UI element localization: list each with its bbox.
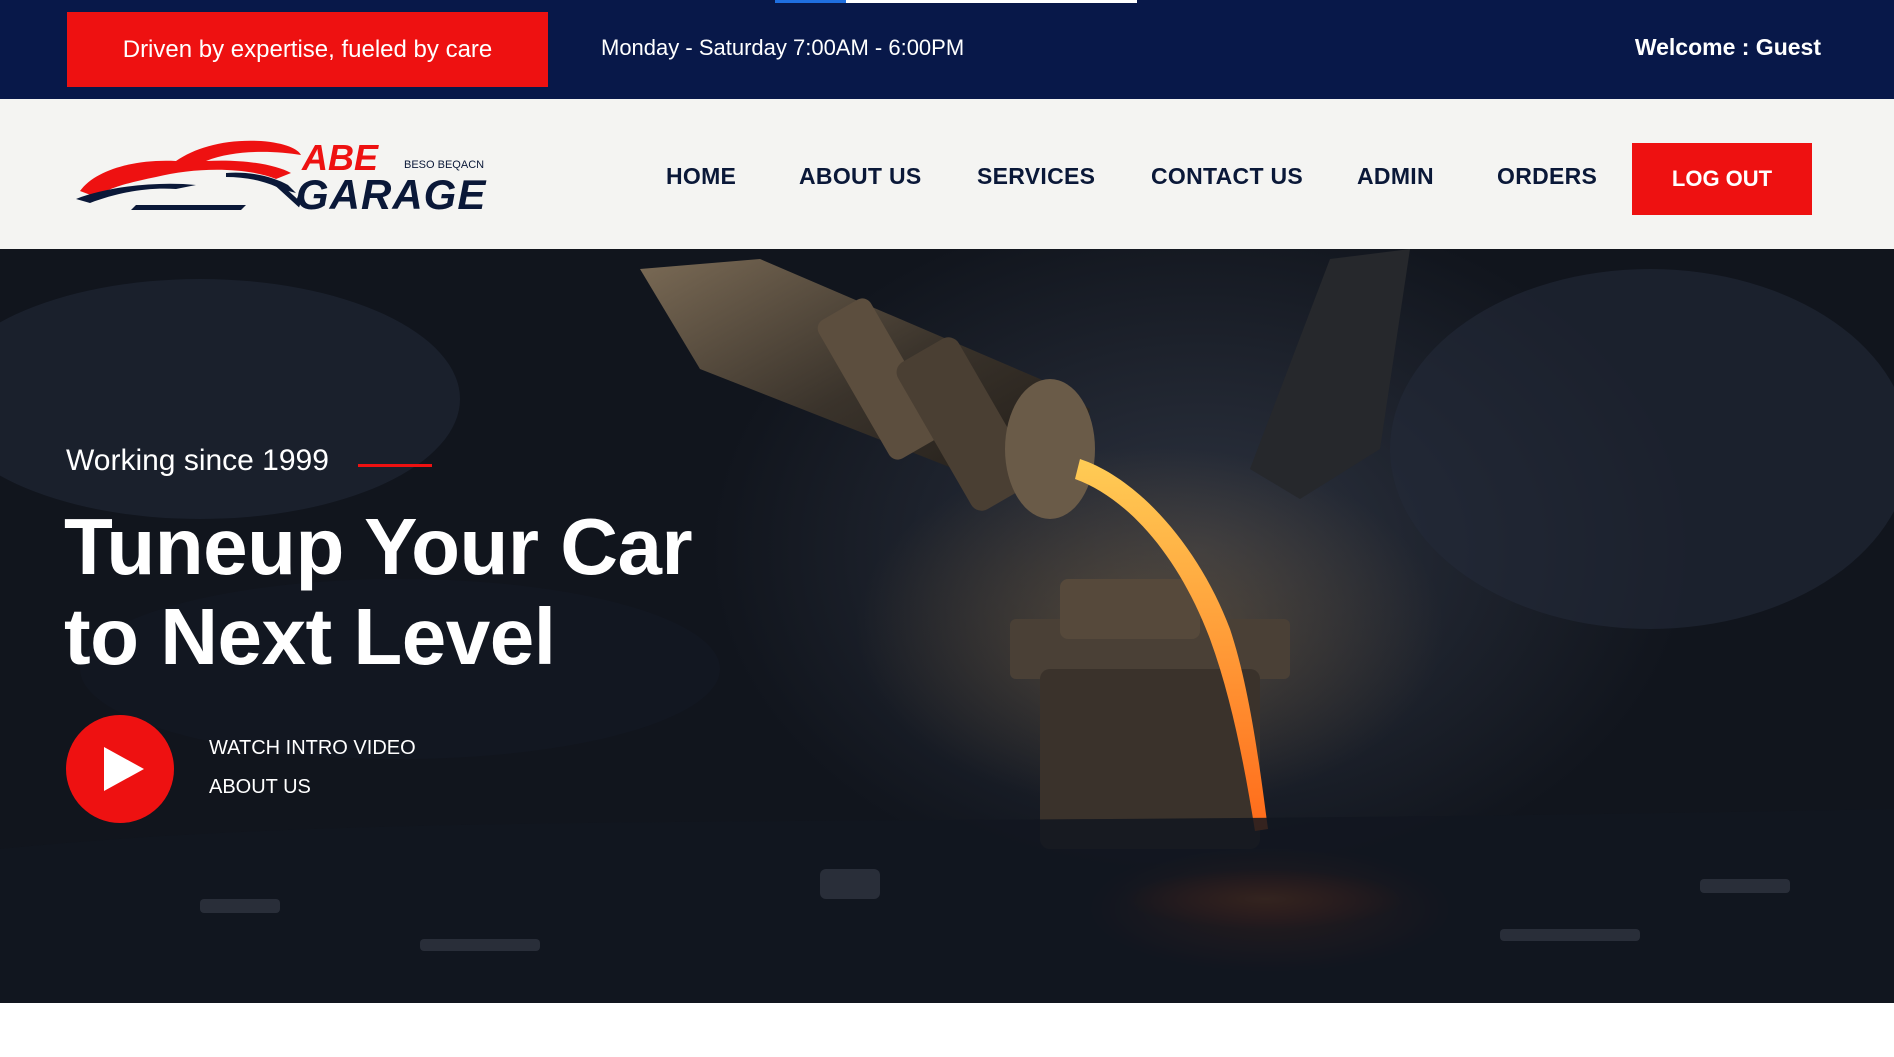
nav-home[interactable]: HOME — [666, 163, 736, 190]
hero-subtitle: Working since 1999 — [66, 444, 329, 477]
nav-contact-us[interactable]: CONTACT US — [1151, 163, 1303, 190]
logo-name-text: GARAGE — [296, 171, 487, 218]
top-bar: Driven by expertise, fueled by care Mond… — [0, 0, 1894, 99]
subtitle-accent-line — [358, 464, 432, 467]
logout-button[interactable]: LOG OUT — [1632, 143, 1812, 215]
play-icon — [104, 747, 144, 791]
hero-title-line-1: Tuneup Your Car — [64, 502, 693, 591]
nav-orders[interactable]: ORDERS — [1497, 163, 1597, 190]
loading-progress-bar — [775, 0, 1137, 3]
hero-banner: Working since 1999 Tuneup Your Car to Ne… — [0, 249, 1894, 1003]
nav-services[interactable]: SERVICES — [977, 163, 1095, 190]
about-us-link[interactable]: ABOUT US — [209, 776, 311, 799]
abe-garage-logo[interactable]: ABE BESO BEQACN GARAGE — [76, 131, 486, 221]
logo-small-text: BESO BEQACN — [404, 159, 485, 171]
nav-admin[interactable]: ADMIN — [1357, 163, 1434, 190]
play-video-button[interactable] — [66, 715, 174, 823]
tagline-banner: Driven by expertise, fueled by care — [67, 12, 548, 87]
welcome-text: Welcome : Guest — [1634, 34, 1821, 60]
watch-intro-video-link[interactable]: WATCH INTRO VIDEO — [209, 737, 416, 760]
nav-about-us[interactable]: ABOUT US — [799, 163, 922, 190]
hero-title-line-2: to Next Level — [64, 592, 556, 681]
hero-title: Tuneup Your Car to Next Level — [64, 502, 693, 682]
business-hours: Monday - Saturday 7:00AM - 6:00PM — [601, 35, 965, 60]
